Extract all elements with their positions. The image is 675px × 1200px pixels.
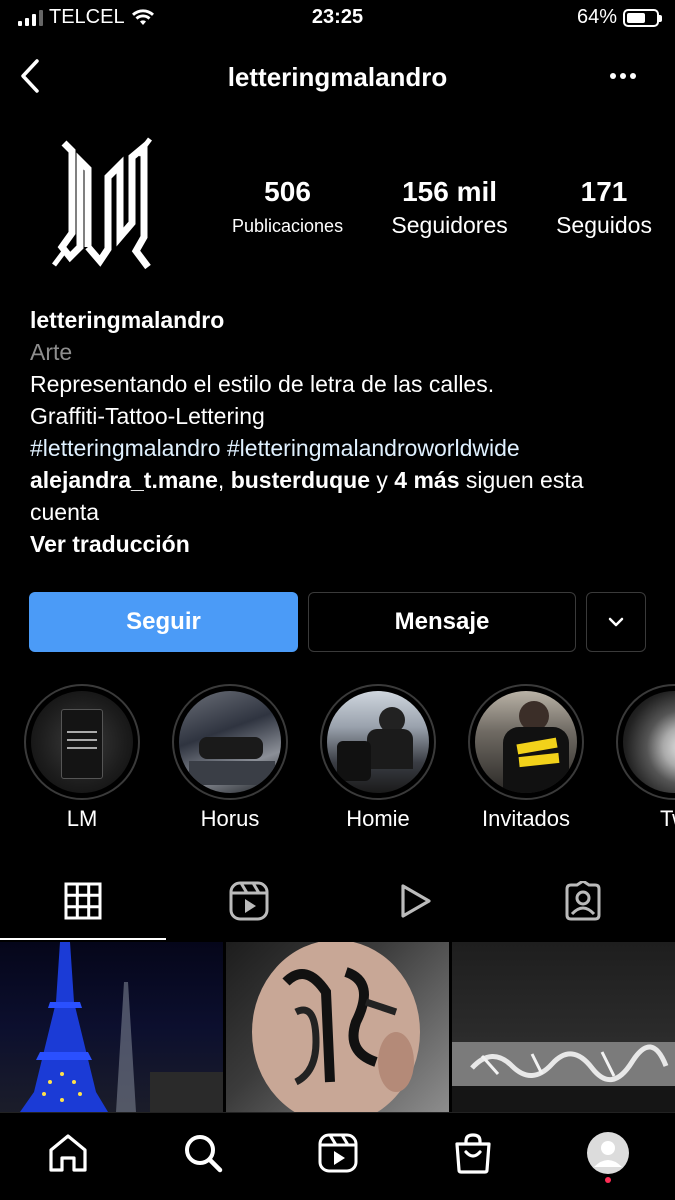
highlight-ring — [172, 684, 288, 800]
profile-bio: letteringmalandro Arte Representando el … — [30, 304, 650, 560]
followed-by-separator: , — [217, 467, 231, 493]
clock: 23:25 — [311, 6, 364, 28]
profile-avatar[interactable]: LM — [30, 132, 180, 282]
tab-reels[interactable] — [166, 862, 332, 940]
search-icon — [184, 1134, 222, 1172]
stat-following[interactable]: 171 Seguidos — [556, 176, 652, 239]
highlight-ring — [24, 684, 140, 800]
stat-following-count: 171 — [580, 176, 628, 207]
followed-by-more: 4 más — [394, 467, 460, 493]
dot-icon — [630, 73, 636, 79]
bottom-navigation — [0, 1112, 675, 1200]
highlight-thumbnail — [179, 691, 281, 793]
dot-icon — [620, 73, 626, 79]
highlight-homie[interactable]: Homie — [320, 684, 436, 832]
logo-avatar — [52, 137, 152, 270]
profile-actions: Seguir Mensaje — [29, 592, 646, 652]
followed-by[interactable]: alejandra_t.mane, busterduque y 4 más si… — [30, 464, 650, 528]
followed-by-user: busterduque — [230, 467, 370, 493]
posts-grid — [0, 942, 675, 1112]
battery-percent: 64% — [576, 6, 617, 28]
dot-icon — [610, 73, 616, 79]
head-tattoo-image — [252, 942, 420, 1112]
chevron-down-icon — [608, 617, 624, 627]
battery-icon — [623, 8, 662, 27]
nav-reels[interactable] — [308, 1123, 368, 1183]
follow-button[interactable]: Seguir — [29, 592, 298, 652]
bio-line: Representando el estilo de letra de las … — [30, 371, 495, 397]
see-translation-link[interactable]: Ver traducción — [30, 528, 650, 560]
highlight-label: Tw — [659, 806, 675, 831]
stat-followers-count: 156 mil — [402, 176, 498, 207]
nav-home[interactable] — [38, 1123, 98, 1183]
home-icon — [48, 1133, 87, 1172]
tab-tagged[interactable] — [498, 862, 668, 940]
bio-hashtags[interactable]: #letteringmalandro #letteringmalandrowor… — [30, 432, 650, 464]
highlight-tw[interactable]: Tw — [616, 684, 675, 832]
followed-by-conjunction: y — [369, 467, 395, 493]
nav-shop[interactable] — [443, 1123, 503, 1183]
highlight-invitados[interactable]: Invitados — [468, 684, 584, 832]
bio-category: Arte — [30, 339, 73, 365]
stat-posts-label: Publicaciones — [232, 216, 344, 236]
highlight-thumbnail — [327, 691, 429, 793]
highlight-ring — [320, 684, 436, 800]
post-thumbnail[interactable] — [452, 942, 675, 1112]
notification-dot — [604, 1176, 611, 1183]
stat-following-label: Seguidos — [556, 212, 652, 238]
stat-followers-label: Seguidores — [391, 212, 508, 238]
message-button[interactable]: Mensaje — [308, 592, 576, 652]
profile-stats: 506 Publicaciones 156 mil Seguidores 171… — [232, 176, 652, 239]
status-bar: TELCEL 23:25 64% — [0, 0, 675, 40]
highlight-lm[interactable]: LM — [24, 684, 140, 832]
highlight-label: Horus — [200, 806, 260, 831]
profile-tabs — [0, 862, 675, 940]
followed-by-user: alejandra_t.mane — [30, 467, 218, 493]
suggested-accounts-button[interactable] — [586, 592, 646, 652]
highlight-thumbnail — [31, 691, 133, 793]
post-thumbnail[interactable] — [226, 942, 449, 1112]
video-icon — [401, 884, 431, 918]
tagged-icon — [565, 881, 601, 921]
reels-icon — [318, 1133, 357, 1172]
post-thumbnail[interactable] — [0, 942, 223, 1112]
profile-avatar-icon — [586, 1131, 629, 1174]
header-username: letteringmalandro — [227, 62, 448, 92]
profile-header: letteringmalandro — [0, 48, 675, 104]
story-highlights: LM Horus Homie Invitados T — [24, 684, 675, 834]
tab-grid[interactable] — [0, 862, 166, 940]
highlight-thumbnail — [623, 691, 675, 793]
highlight-thumbnail — [475, 691, 577, 793]
battery-info: 64% — [576, 6, 662, 29]
highlight-ring — [616, 684, 675, 800]
more-options-button[interactable] — [601, 60, 645, 92]
nav-profile[interactable] — [578, 1123, 638, 1183]
bio-line: Graffiti-Tattoo-Lettering — [30, 403, 265, 429]
reels-icon — [229, 881, 269, 921]
highlight-label: Invitados — [481, 806, 571, 831]
graffiti-wall-image — [452, 1042, 675, 1112]
highlight-horus[interactable]: Horus — [172, 684, 288, 832]
grid-icon — [64, 882, 102, 920]
stat-posts[interactable]: 506 Publicaciones — [232, 176, 343, 239]
shopping-bag-icon — [454, 1132, 491, 1174]
stat-posts-count: 506 — [264, 176, 311, 207]
highlight-label: Homie — [346, 806, 410, 831]
tab-video[interactable] — [332, 862, 498, 940]
stat-followers[interactable]: 156 mil Seguidores — [391, 176, 507, 239]
nav-search[interactable] — [173, 1123, 233, 1183]
eiffel-tower-image — [20, 942, 223, 1112]
highlight-label: LM — [66, 806, 98, 831]
highlight-ring — [468, 684, 584, 800]
bio-name: letteringmalandro — [30, 307, 225, 333]
